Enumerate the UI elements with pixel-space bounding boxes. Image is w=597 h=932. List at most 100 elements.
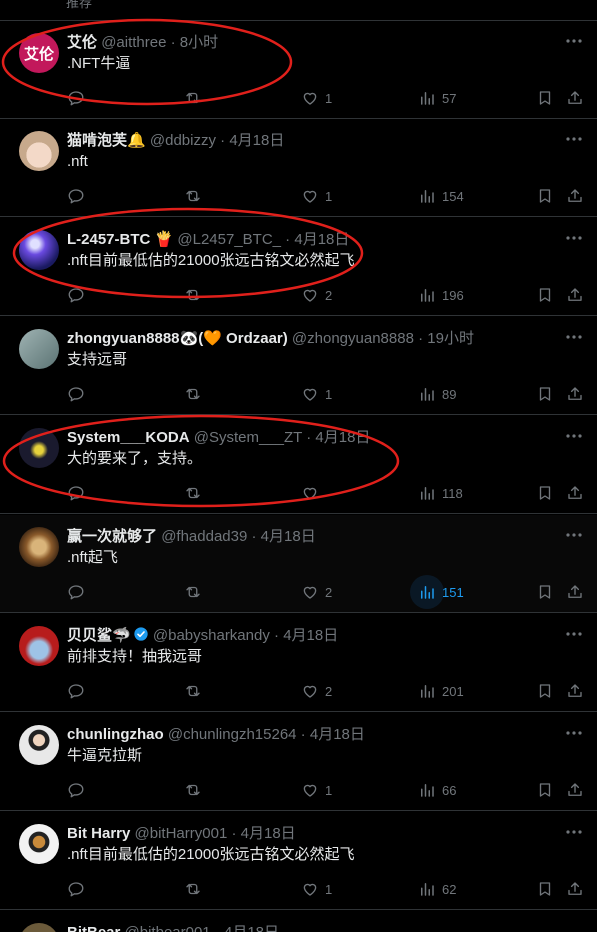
post[interactable]: 贝贝鲨🦈 @babysharkandy · 4月18日 前排支持！抽我远哥 2 … [0, 614, 597, 712]
views-button[interactable]: 66 [418, 779, 456, 801]
reply-button[interactable] [67, 581, 91, 603]
share-button[interactable] [566, 185, 584, 207]
share-button[interactable] [566, 482, 584, 504]
post-time[interactable]: 4月18日 [229, 132, 284, 149]
post[interactable]: chunlingzhao @chunlingzh15264 · 4月18日 牛逼… [0, 713, 597, 811]
post-time[interactable]: 8小时 [180, 34, 218, 51]
user-handle[interactable]: @bitHarry001 [135, 825, 228, 842]
views-button[interactable]: 89 [418, 383, 456, 405]
more-icon[interactable] [565, 430, 583, 442]
post-time[interactable]: 4月18日 [283, 627, 338, 644]
post-time[interactable]: 4月18日 [315, 429, 370, 446]
reply-button[interactable] [67, 878, 91, 900]
user-handle[interactable]: @chunlingzh15264 [168, 726, 297, 743]
repost-button[interactable] [184, 581, 208, 603]
like-button[interactable]: 1 [301, 779, 332, 801]
more-icon[interactable] [565, 529, 583, 541]
bookmark-button[interactable] [536, 383, 554, 405]
views-button[interactable]: 154 [418, 185, 464, 207]
display-name[interactable]: 贝贝鲨 [67, 627, 112, 644]
like-button[interactable]: 1 [301, 185, 332, 207]
reply-button[interactable] [67, 680, 91, 702]
like-button[interactable]: 2 [301, 680, 332, 702]
post[interactable]: 猫啃泡芙🔔 @ddbizzy · 4月18日 .nft 1 154 [0, 119, 597, 217]
post-partial[interactable]: BitBear @bitbear001 · 4月18日 [0, 911, 597, 932]
repost-button[interactable] [184, 284, 208, 306]
avatar[interactable] [19, 428, 59, 468]
like-button[interactable] [301, 482, 325, 504]
post-time[interactable]: 4月18日 [294, 231, 349, 248]
avatar[interactable] [19, 923, 59, 932]
post[interactable]: Bit Harry @bitHarry001 · 4月18日 .nft目前最低估… [0, 812, 597, 910]
reply-button[interactable] [67, 383, 91, 405]
user-handle[interactable]: @fhaddad39 [161, 528, 247, 545]
reply-button[interactable] [67, 482, 91, 504]
user-handle[interactable]: @System___ZT [194, 429, 302, 446]
views-button[interactable]: 201 [418, 680, 464, 702]
like-button[interactable]: 2 [301, 581, 332, 603]
more-icon[interactable] [565, 826, 583, 838]
bookmark-button[interactable] [536, 284, 554, 306]
bookmark-button[interactable] [536, 779, 554, 801]
bookmark-button[interactable] [536, 482, 554, 504]
bookmark-button[interactable] [536, 680, 554, 702]
repost-button[interactable] [184, 878, 208, 900]
share-button[interactable] [566, 878, 584, 900]
repost-button[interactable] [184, 779, 208, 801]
more-icon[interactable] [565, 331, 583, 343]
post-time[interactable]: 4月18日 [261, 528, 316, 545]
avatar[interactable] [19, 131, 59, 171]
display-name[interactable]: 猫啃泡芙 [67, 132, 127, 149]
more-icon[interactable] [565, 35, 583, 47]
avatar[interactable]: 艾伦 [19, 33, 59, 73]
post-time[interactable]: 4月18日 [241, 825, 296, 842]
display-name[interactable]: 赢一次就够了 [67, 528, 157, 545]
share-button[interactable] [566, 284, 584, 306]
more-icon[interactable] [565, 232, 583, 244]
user-handle[interactable]: @zhongyuan8888 [292, 330, 414, 347]
reply-button[interactable] [67, 284, 91, 306]
display-name[interactable]: 艾伦 [67, 34, 97, 51]
display-name[interactable]: chunlingzhao [67, 726, 164, 743]
post[interactable]: L-2457-BTC 🍟 @L2457_BTC_ · 4月18日 .nft目前最… [0, 218, 597, 316]
views-button[interactable]: 118 [418, 482, 463, 504]
repost-button[interactable] [184, 680, 208, 702]
like-button[interactable]: 1 [301, 87, 332, 109]
avatar[interactable] [19, 626, 59, 666]
share-button[interactable] [566, 87, 584, 109]
views-button[interactable]: 196 [418, 284, 464, 306]
user-handle[interactable]: @L2457_BTC_ [177, 231, 281, 248]
share-button[interactable] [566, 680, 584, 702]
post[interactable]: 赢一次就够了 @fhaddad39 · 4月18日 .nft起飞 2 151 [0, 515, 597, 613]
avatar[interactable] [19, 824, 59, 864]
views-button[interactable]: 151 [410, 575, 464, 609]
share-button[interactable] [566, 581, 584, 603]
display-name[interactable]: L-2457-BTC [67, 231, 150, 248]
post[interactable]: zhongyuan8888🐼(🧡 Ordzaar) @zhongyuan8888… [0, 317, 597, 415]
more-icon[interactable] [565, 628, 583, 640]
repost-button[interactable] [184, 87, 208, 109]
bookmark-button[interactable] [536, 581, 554, 603]
display-name[interactable]: zhongyuan8888 [67, 330, 180, 347]
avatar[interactable] [19, 527, 59, 567]
display-name[interactable]: BitBear [67, 924, 120, 932]
post[interactable]: System___KODA @System___ZT · 4月18日 大的要来了… [0, 416, 597, 514]
views-button[interactable]: 57 [418, 87, 456, 109]
repost-button[interactable] [184, 185, 208, 207]
post[interactable]: 艾伦 艾伦 @aitthree · 8小时 .NFT牛逼 1 57 [0, 21, 597, 119]
bookmark-button[interactable] [536, 878, 554, 900]
views-button[interactable]: 62 [418, 878, 456, 900]
like-button[interactable]: 2 [301, 284, 332, 306]
repost-button[interactable] [184, 383, 208, 405]
post-time[interactable]: 19小时 [427, 330, 474, 347]
like-button[interactable]: 1 [301, 878, 332, 900]
avatar[interactable] [19, 725, 59, 765]
post-time[interactable]: 4月18日 [224, 924, 279, 932]
more-icon[interactable] [565, 727, 583, 739]
reply-button[interactable] [67, 779, 91, 801]
display-name[interactable]: System___KODA [67, 429, 190, 446]
user-handle[interactable]: @aitthree [101, 34, 166, 51]
reply-button[interactable] [67, 185, 91, 207]
avatar[interactable] [19, 230, 59, 270]
share-button[interactable] [566, 383, 584, 405]
